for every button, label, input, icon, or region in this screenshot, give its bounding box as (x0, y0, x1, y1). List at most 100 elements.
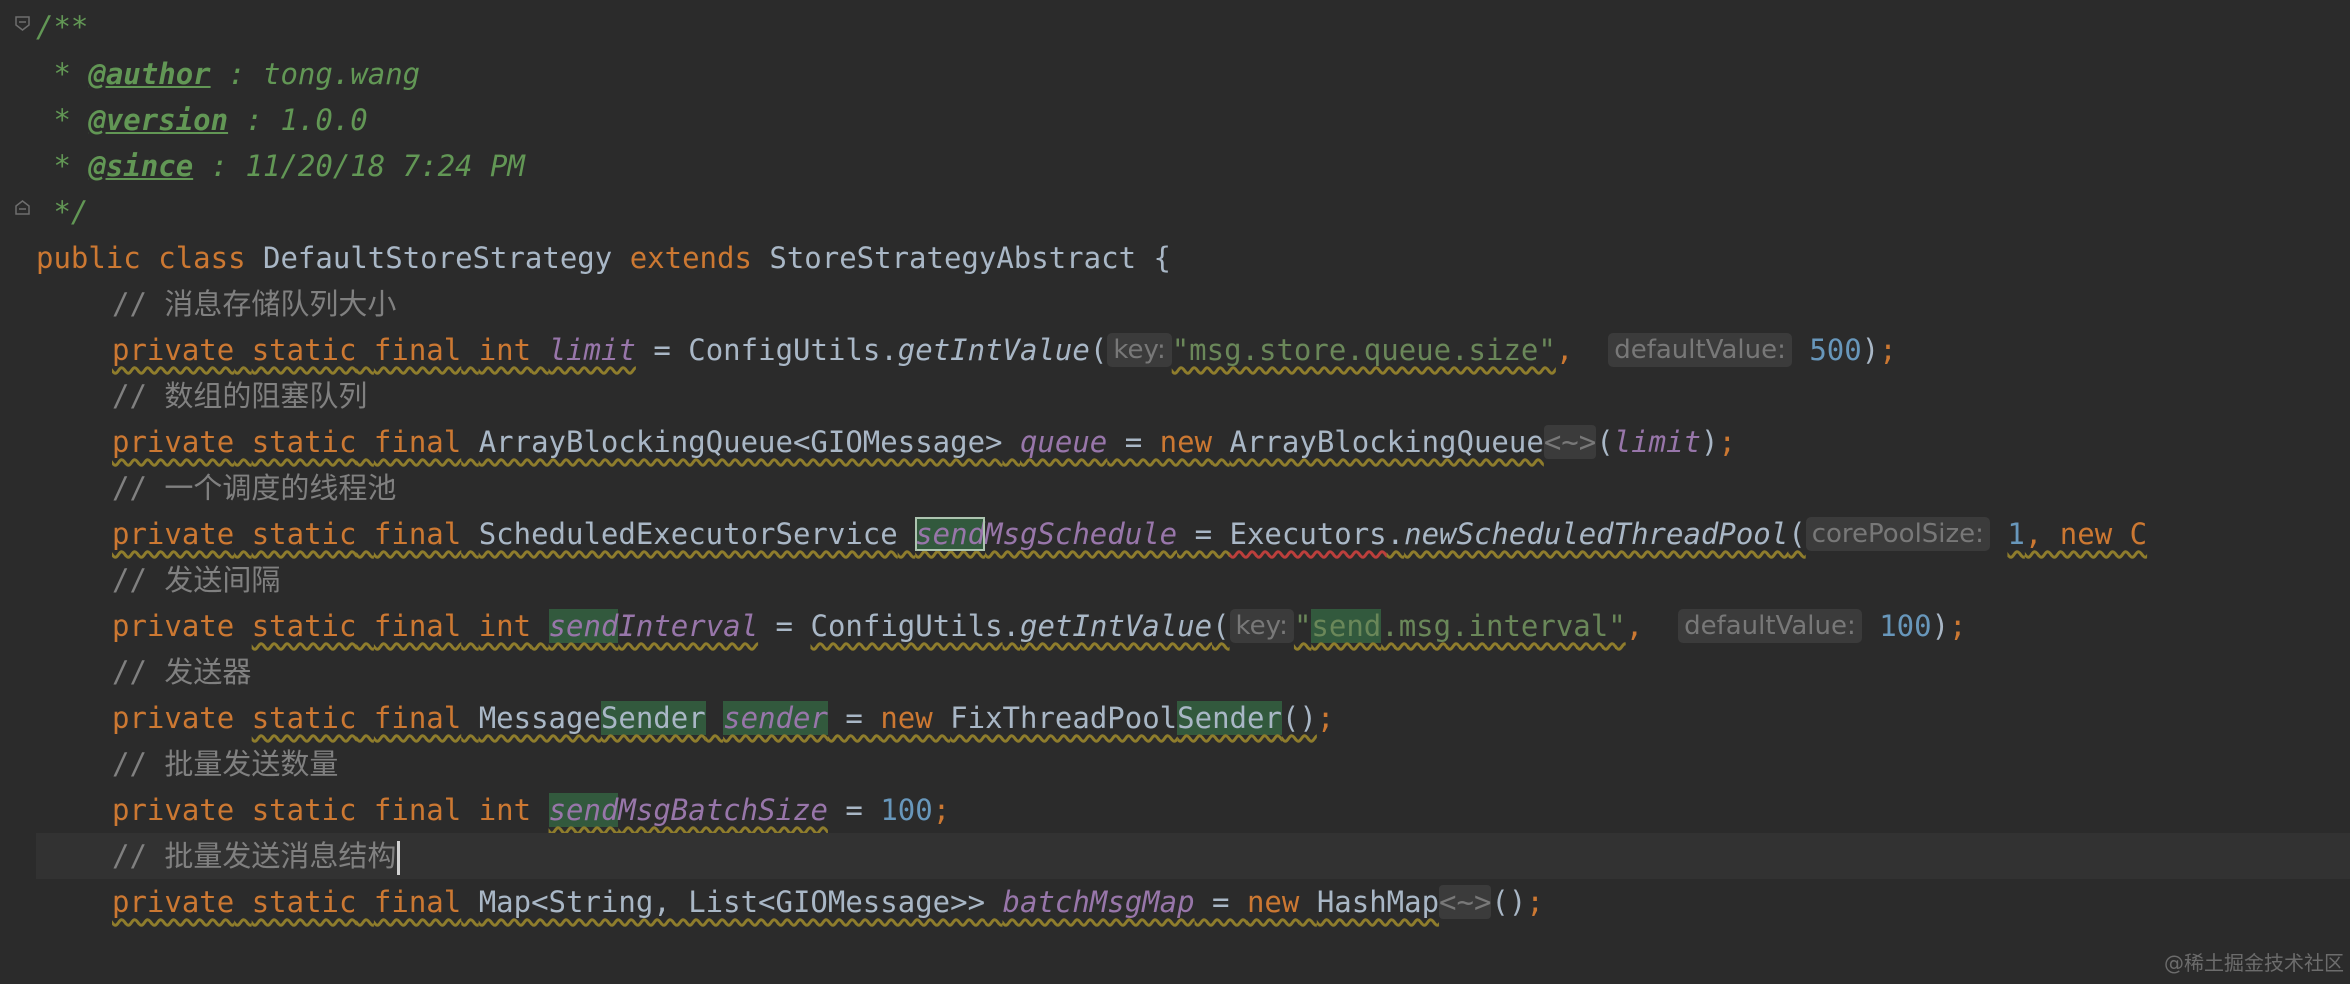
semicolon: ; (1879, 333, 1897, 367)
field-declaration: private static final int sendInterval = … (112, 609, 1967, 643)
method-call[interactable]: getIntValue (1020, 609, 1212, 643)
field-declaration: private static final MessageSender sende… (112, 701, 1335, 735)
code-editor[interactable]: /** * @author : tong.wang * @version : 1… (36, 0, 2350, 984)
javadoc-author-tag: @author (88, 57, 211, 91)
argument-reference[interactable]: limit (1614, 425, 1701, 459)
semicolon: ; (1718, 425, 1736, 459)
method-call[interactable]: newScheduledThreadPool (1404, 517, 1788, 551)
javadoc-version-value: : 1.0.0 (228, 103, 368, 137)
search-highlight[interactable]: Sender (600, 701, 706, 735)
keyword-static: static (251, 701, 357, 735)
javadoc-version-tag: @version (88, 103, 229, 137)
class-reference[interactable]: Executors (1230, 517, 1387, 551)
code-comment: // 数组的阻塞队列 (36, 373, 2350, 419)
keyword-private: private (112, 425, 235, 459)
parameter-hint: key: (1107, 333, 1172, 367)
keyword-new: new (1246, 885, 1300, 919)
javadoc-star: * (36, 103, 89, 137)
field-name[interactable]: queue (1020, 425, 1107, 459)
field-declaration: private static final int limit = ConfigU… (112, 333, 1897, 367)
search-highlight[interactable]: Sender (1177, 701, 1282, 735)
type-name[interactable]: ScheduledExecutorService (479, 517, 898, 551)
field-name[interactable]: batchMsgMap (1003, 885, 1195, 919)
number-literal: 1 (2007, 517, 2025, 551)
class-reference[interactable]: ConfigUtils (688, 333, 880, 367)
field-name[interactable]: sender (723, 701, 828, 735)
keyword-final: final (373, 701, 462, 735)
open-brace: { (1153, 241, 1171, 275)
editor-gutter (0, 0, 33, 984)
code-comment-current-line[interactable]: // 批量发送消息结构 (36, 833, 2350, 879)
javadoc-since-value: : 11/20/18 7:24 PM (193, 149, 525, 183)
keyword-final: final (373, 517, 462, 551)
keyword-final: final (373, 609, 462, 643)
comment-text: // 消息存储队列大小 (112, 287, 397, 321)
keyword-static: static (251, 333, 357, 367)
class-reference[interactable]: ConfigUtils (810, 609, 1002, 643)
keyword-new: new (880, 701, 933, 735)
watermark: @稀土掘金技术社区 (2164, 951, 2344, 975)
field-name[interactable]: MsgSchedule (985, 517, 1177, 551)
parent-class-name[interactable]: StoreStrategyAbstract (769, 241, 1136, 275)
search-highlight[interactable]: send (915, 517, 986, 551)
comment-text: // 数组的阻塞队列 (112, 379, 368, 413)
class-reference[interactable]: ArrayBlockingQueue (1230, 425, 1544, 459)
search-highlight[interactable]: send (548, 793, 619, 827)
search-highlight[interactable]: send (548, 609, 619, 643)
parameter-hint: defaultValue: (1608, 333, 1792, 367)
javadoc-author-value: : tong.wang (210, 57, 421, 91)
method-call[interactable]: getIntValue (898, 333, 1090, 367)
keyword-private: private (112, 609, 235, 643)
keyword-final: final (373, 425, 462, 459)
keyword-static: static (251, 425, 357, 459)
field-declaration: private static final int sendMsgBatchSiz… (112, 793, 951, 827)
code-line: * @version : 1.0.0 (36, 97, 2350, 143)
field-name[interactable]: Interval (618, 609, 758, 643)
javadoc-star: * (36, 149, 89, 183)
keyword-class: class (158, 241, 246, 275)
comment-text: // 发送间隔 (112, 563, 281, 597)
keyword-private: private (112, 885, 235, 919)
class-reference[interactable]: FixThreadPool (950, 701, 1177, 735)
code-line: /** (36, 4, 2350, 50)
field-name[interactable]: MsgBatchSize (618, 793, 828, 827)
javadoc-since-tag: @since (88, 149, 194, 183)
keyword-int: int (478, 609, 532, 643)
search-highlight: send (1311, 609, 1382, 643)
comment-text: // 发送器 (112, 655, 252, 689)
field-declaration: private static final Map<String, List<GI… (112, 885, 1544, 919)
keyword-final: final (373, 793, 462, 827)
class-name[interactable]: DefaultStoreStrategy (263, 241, 612, 275)
keyword-private: private (112, 333, 235, 367)
parameter-hint: defaultValue: (1678, 609, 1862, 643)
fold-collapse-icon[interactable] (14, 15, 31, 32)
number-literal: 500 (1809, 333, 1862, 367)
keyword-static: static (251, 609, 357, 643)
field-name[interactable]: limit (549, 333, 636, 367)
type-name[interactable]: ArrayBlockingQueue<GIOMessage> (479, 425, 1003, 459)
keyword-int: int (478, 333, 532, 367)
parameter-hint: corePoolSize: (1805, 517, 1990, 551)
javadoc-open: /** (36, 10, 89, 44)
keyword-public: public (36, 241, 141, 275)
comment-text: // 批量发送数量 (112, 747, 339, 781)
keyword-int: int (478, 793, 532, 827)
code-line: * @author : tong.wang (36, 51, 2350, 97)
type-name[interactable]: Map<String, List<GIOMessage>> (479, 885, 985, 919)
code-line: */ (36, 189, 2350, 235)
code-comment: // 一个调度的线程池 (36, 465, 2350, 511)
fold-end-icon[interactable] (14, 199, 31, 216)
semicolon: ; (1526, 885, 1544, 919)
code-comment: // 消息存储队列大小 (36, 281, 2350, 327)
keyword-static: static (251, 793, 357, 827)
type-name[interactable]: Message (479, 701, 601, 735)
keyword-static: static (251, 517, 357, 551)
parameter-hint: key: (1229, 609, 1294, 643)
field-declaration: private static final ArrayBlockingQueue<… (112, 425, 1736, 459)
class-reference[interactable]: HashMap (1317, 885, 1439, 919)
assign-operator: = (635, 333, 689, 367)
keyword-private: private (112, 793, 235, 827)
diamond-operator-hint: <~> (1543, 425, 1597, 459)
code-comment: // 发送器 (36, 649, 2350, 695)
comment-text: // 批量发送消息结构 (112, 839, 397, 873)
